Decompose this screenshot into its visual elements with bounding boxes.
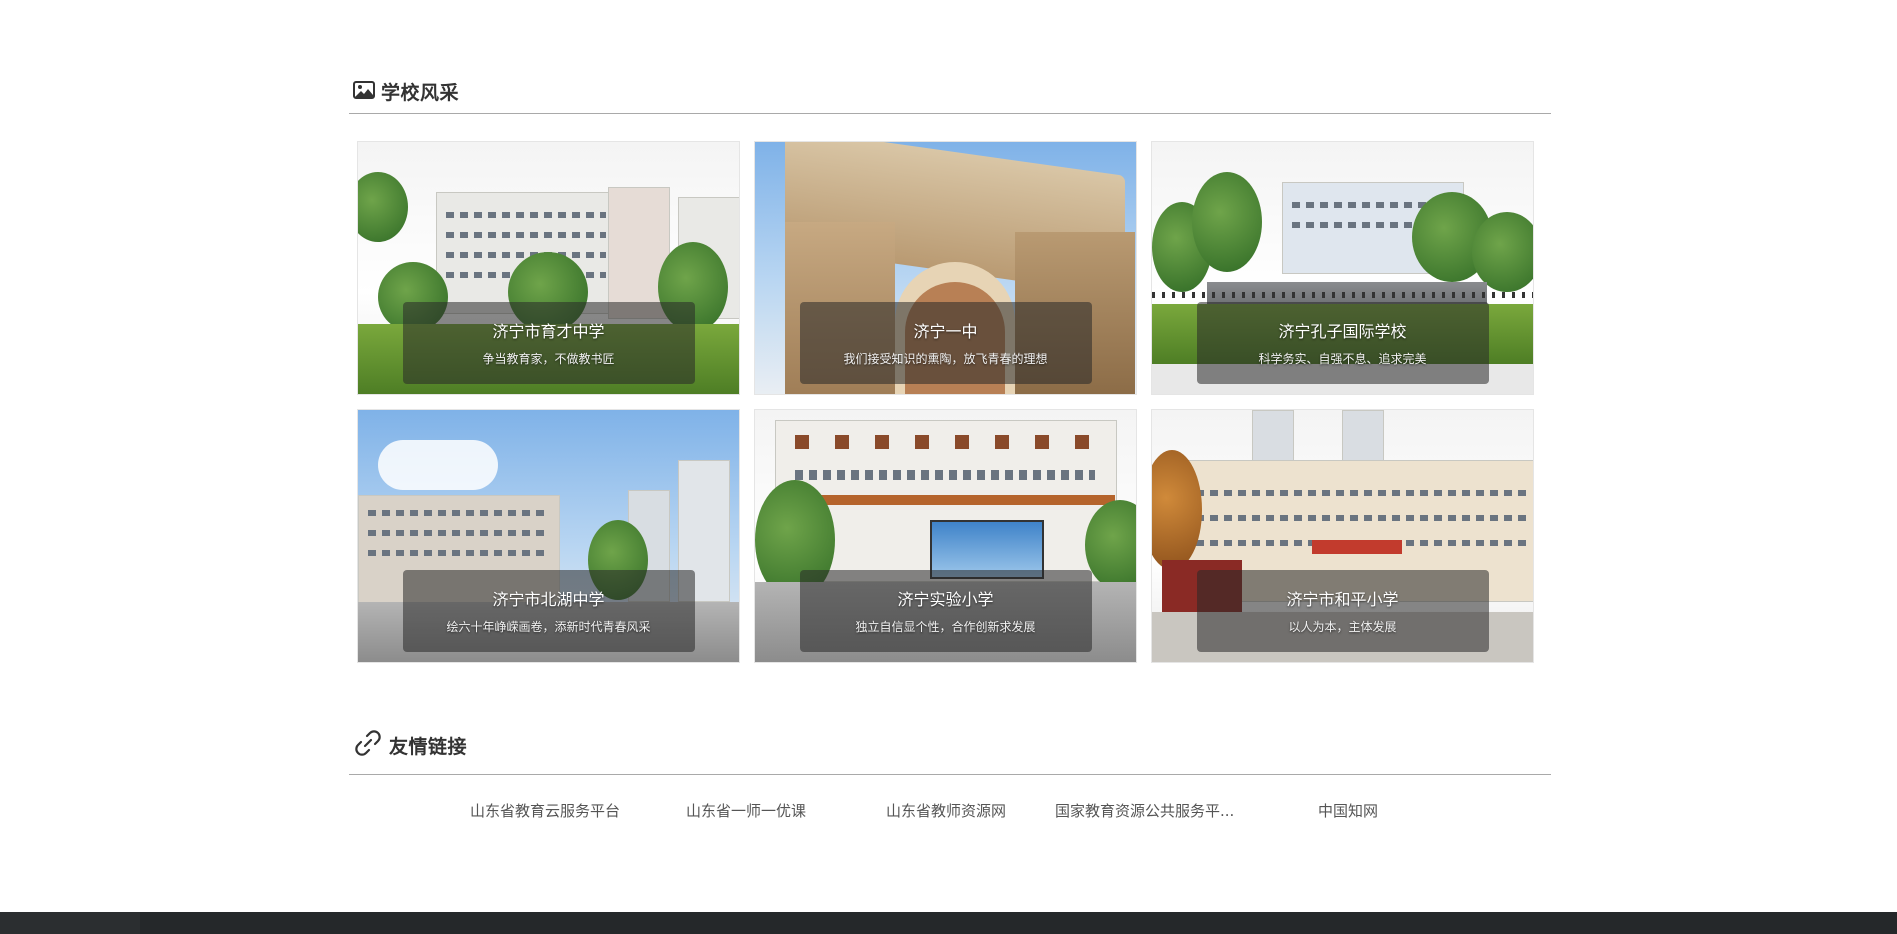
school-name: 济宁市育才中学 (492, 322, 605, 341)
school-name: 济宁市和平小学 (1286, 590, 1399, 609)
caption-overlay (402, 570, 695, 652)
section-head: 友情链接 (349, 716, 1551, 775)
friendly-link[interactable]: 山东省教育云服务平台 (470, 800, 620, 821)
school-card[interactable]: 济宁孔子国际学校 科学务实、自强不息、追求完美 (1151, 141, 1534, 395)
link-icon (353, 728, 383, 762)
school-slogan: 争当教育家，不做教书匠 (482, 352, 615, 366)
section-title: 友情链接 (389, 735, 468, 758)
friendly-link[interactable]: 中国知网 (1318, 800, 1378, 821)
school-slogan: 科学务实、自强不息、追求完美 (1258, 352, 1427, 366)
school-section-header: 学校风采 (349, 64, 1551, 114)
section-head: 学校风采 (349, 64, 1551, 114)
school-slogan: 我们接受知识的熏陶，放飞青春的理想 (843, 352, 1048, 366)
caption-overlay (799, 302, 1092, 384)
friendly-link[interactable]: 山东省一师一优课 (686, 800, 806, 821)
friendly-link[interactable]: 国家教育资源公共服务平... (1055, 800, 1234, 821)
school-slogan: 绘六十年峥嵘画卷，添新时代青春风采 (446, 620, 651, 634)
school-card[interactable]: 济宁市和平小学 以人为本，主体发展 (1151, 409, 1534, 663)
school-name: 济宁市北湖中学 (492, 590, 605, 609)
section-title: 学校风采 (381, 82, 460, 104)
school-slogan: 以人为本，主体发展 (1288, 620, 1397, 634)
school-card[interactable]: 济宁实验小学 独立自信显个性，合作创新求发展 (754, 409, 1137, 663)
school-slogan: 独立自信显个性，合作创新求发展 (855, 620, 1036, 634)
school-card[interactable]: 济宁一中 我们接受知识的熏陶，放飞青春的理想 (754, 141, 1137, 395)
school-card[interactable]: 济宁市北湖中学 绘六十年峥嵘画卷，添新时代青春风采 (357, 409, 740, 663)
footer-left-block (0, 912, 140, 934)
school-gallery: 济宁市育才中学 争当教育家，不做教书匠 济宁一中 我们接受知识的熏陶，放飞青春的… (357, 141, 1536, 663)
school-name: 济宁孔子国际学校 (1278, 322, 1407, 341)
caption-overlay (1196, 570, 1489, 652)
school-name: 济宁一中 (913, 322, 978, 341)
caption-overlay (402, 302, 695, 384)
caption-overlay (799, 570, 1092, 652)
caption-overlay (1196, 302, 1489, 384)
footer-bar (0, 912, 1897, 934)
page: 学校风采 济宁市育才中学 争当教育家，不做教书匠 济宁一中 我们接受知识的熏陶，… (0, 0, 1897, 934)
school-card[interactable]: 济宁市育才中学 争当教育家，不做教书匠 (357, 141, 740, 395)
links-section-header: 友情链接 (349, 716, 1551, 775)
picture-icon (353, 80, 375, 103)
school-name: 济宁实验小学 (897, 590, 994, 609)
friendly-link[interactable]: 山东省教师资源网 (886, 800, 1006, 821)
